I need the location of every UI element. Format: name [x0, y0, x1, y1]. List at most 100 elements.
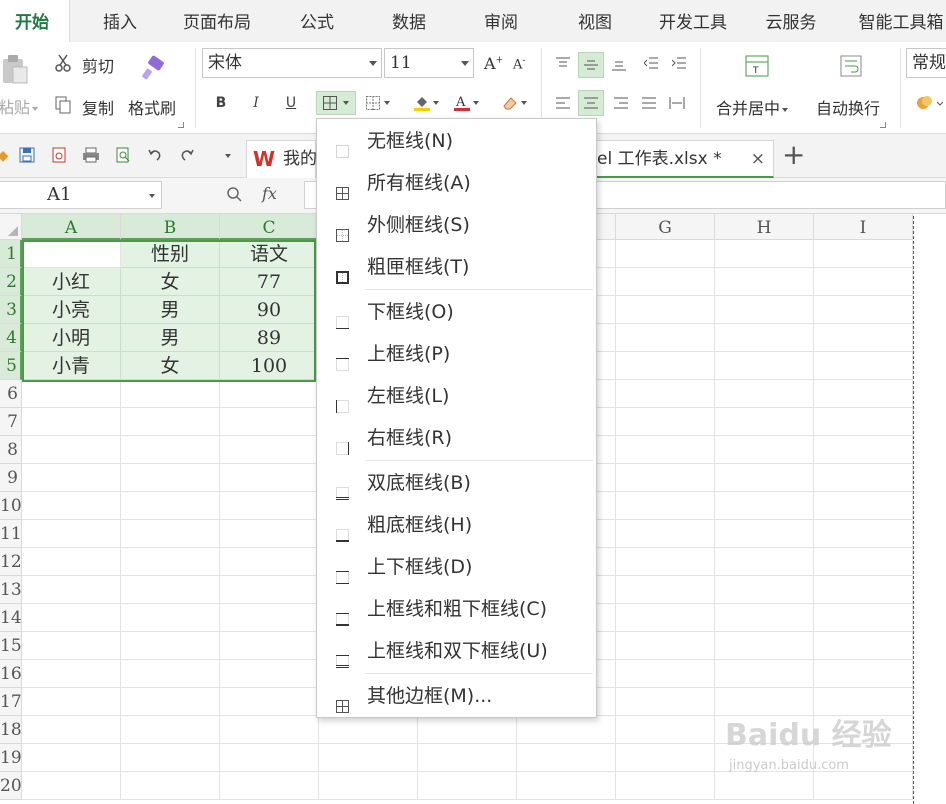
cell-A11[interactable]: [22, 520, 121, 548]
border-menu-item[interactable]: 右框线(R): [317, 420, 596, 456]
cell-C14[interactable]: [220, 604, 319, 632]
cell-E18[interactable]: [418, 716, 517, 744]
border-menu-item[interactable]: 上下框线(D): [317, 549, 596, 585]
save-icon[interactable]: [18, 147, 36, 165]
cell-I4[interactable]: [814, 324, 913, 352]
row-header[interactable]: 2: [0, 268, 22, 296]
select-all-button[interactable]: [0, 214, 22, 240]
cell-H3[interactable]: [715, 296, 814, 324]
cell-H2[interactable]: [715, 268, 814, 296]
cell-C5[interactable]: 100: [220, 352, 319, 380]
cell-B12[interactable]: [121, 548, 220, 576]
borders-button[interactable]: [316, 91, 356, 115]
cell-G7[interactable]: [616, 408, 715, 436]
cell-G1[interactable]: [616, 240, 715, 268]
cell-I15[interactable]: [814, 632, 913, 660]
row-header[interactable]: 16: [0, 660, 22, 688]
cell-A17[interactable]: [22, 688, 121, 716]
cell-G12[interactable]: [616, 548, 715, 576]
cell-I6[interactable]: [814, 380, 913, 408]
cell-C15[interactable]: [220, 632, 319, 660]
folder-icon[interactable]: ◆: [0, 147, 12, 165]
cell-H12[interactable]: [715, 548, 814, 576]
tab-developer[interactable]: 开发工具: [648, 0, 738, 42]
border-menu-item[interactable]: 粗底框线(H): [317, 507, 596, 543]
cell-E19[interactable]: [418, 744, 517, 772]
increase-indent-icon[interactable]: [668, 52, 690, 74]
italic-button[interactable]: I: [243, 92, 269, 114]
cell-H13[interactable]: [715, 576, 814, 604]
number-format-select[interactable]: 常规: [906, 48, 946, 78]
cell-C11[interactable]: [220, 520, 319, 548]
clear-format-button[interactable]: [496, 92, 532, 114]
tab-formulas[interactable]: 公式: [290, 0, 344, 42]
cell-H4[interactable]: [715, 324, 814, 352]
copy-button[interactable]: 复制: [82, 95, 114, 119]
cell-H7[interactable]: [715, 408, 814, 436]
cell-A1[interactable]: [22, 240, 121, 268]
cell-B15[interactable]: [121, 632, 220, 660]
tab-page-layout[interactable]: 页面布局: [172, 0, 262, 42]
distributed-align-icon[interactable]: [666, 92, 688, 114]
cell-A10[interactable]: [22, 492, 121, 520]
print-preview-icon[interactable]: [114, 147, 132, 165]
cell-C3[interactable]: 90: [220, 296, 319, 324]
cell-G17[interactable]: [616, 688, 715, 716]
tab-review[interactable]: 审阅: [474, 0, 528, 42]
cell-I5[interactable]: [814, 352, 913, 380]
cell-G4[interactable]: [616, 324, 715, 352]
paste-icon[interactable]: [0, 52, 30, 86]
column-header[interactable]: C: [220, 214, 319, 240]
cell-B6[interactable]: [121, 380, 220, 408]
cell-H8[interactable]: [715, 436, 814, 464]
cell-C4[interactable]: 89: [220, 324, 319, 352]
cell-H9[interactable]: [715, 464, 814, 492]
row-header[interactable]: 8: [0, 436, 22, 464]
format-painter-icon[interactable]: [140, 54, 168, 82]
cell-I3[interactable]: [814, 296, 913, 324]
cell-H10[interactable]: [715, 492, 814, 520]
row-header[interactable]: 19: [0, 744, 22, 772]
border-menu-item[interactable]: 其他边框(M)...: [317, 678, 596, 714]
cut-button[interactable]: 剪切: [82, 53, 114, 77]
merge-center-icon[interactable]: T: [744, 54, 770, 78]
home-doc-tab[interactable]: W 我的: [246, 140, 317, 178]
cell-A8[interactable]: [22, 436, 121, 464]
cell-B10[interactable]: [121, 492, 220, 520]
row-header[interactable]: 15: [0, 632, 22, 660]
border-menu-item[interactable]: 下框线(O): [317, 294, 596, 330]
row-header[interactable]: 5: [0, 352, 22, 380]
align-middle-icon[interactable]: [578, 52, 604, 78]
column-header[interactable]: B: [121, 214, 220, 240]
cell-H16[interactable]: [715, 660, 814, 688]
cell-G20[interactable]: [616, 772, 715, 800]
cell-B17[interactable]: [121, 688, 220, 716]
tab-data[interactable]: 数据: [382, 0, 436, 42]
cell-C16[interactable]: [220, 660, 319, 688]
redo-icon[interactable]: [178, 147, 196, 165]
currency-format-icon[interactable]: [914, 92, 944, 114]
cell-A4[interactable]: 小明: [22, 324, 121, 352]
alignment-dialog-launcher[interactable]: [880, 122, 886, 128]
cell-C7[interactable]: [220, 408, 319, 436]
cell-B20[interactable]: [121, 772, 220, 800]
row-header[interactable]: 3: [0, 296, 22, 324]
column-header[interactable]: H: [715, 214, 814, 240]
cell-A3[interactable]: 小亮: [22, 296, 121, 324]
row-header[interactable]: 17: [0, 688, 22, 716]
shrink-font-button[interactable]: A-: [513, 56, 525, 72]
justify-icon[interactable]: [638, 92, 660, 114]
cell-C17[interactable]: [220, 688, 319, 716]
cell-B9[interactable]: [121, 464, 220, 492]
cell-B3[interactable]: 男: [121, 296, 220, 324]
cell-A7[interactable]: [22, 408, 121, 436]
align-bottom-icon[interactable]: [608, 54, 630, 76]
cell-C12[interactable]: [220, 548, 319, 576]
border-menu-item[interactable]: 双底框线(B): [317, 465, 596, 501]
bold-button[interactable]: B: [208, 92, 234, 114]
underline-button[interactable]: U: [278, 92, 304, 114]
cell-D20[interactable]: [319, 772, 418, 800]
new-tab-icon[interactable]: +: [782, 138, 805, 171]
row-header[interactable]: 13: [0, 576, 22, 604]
align-center-icon[interactable]: [578, 90, 604, 116]
